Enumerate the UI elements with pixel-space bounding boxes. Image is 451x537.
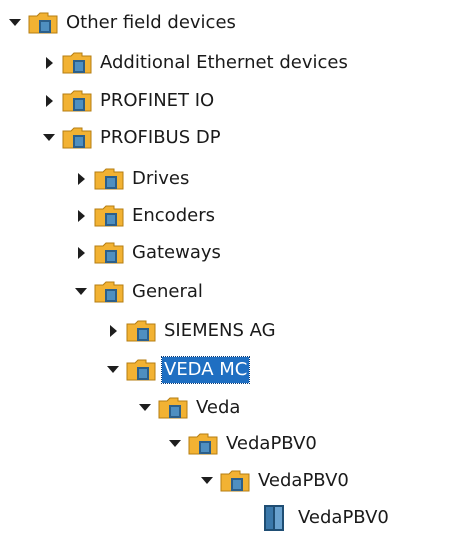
expand-arrow-icon[interactable] <box>72 244 90 262</box>
expand-arrow-icon[interactable] <box>40 54 58 72</box>
folder-device-icon <box>188 432 218 456</box>
tree-item-label: VedaPBV0 <box>298 506 389 528</box>
collapse-arrow-icon[interactable] <box>40 129 58 147</box>
tree-item-veda-mc[interactable]: VEDA MC <box>0 351 451 388</box>
tree-item-vedapbv0-folder[interactable]: VedaPBV0 <box>0 425 451 462</box>
device-module-icon <box>260 504 290 531</box>
expand-arrow-icon[interactable] <box>72 207 90 225</box>
collapse-arrow-icon[interactable] <box>198 472 216 490</box>
tree-item-gateways[interactable]: Gateways <box>0 234 451 271</box>
tree-item-label: Additional Ethernet devices <box>100 51 348 73</box>
tree-item-label: PROFINET IO <box>100 89 215 111</box>
folder-device-icon <box>126 358 156 382</box>
tree-item-profibus-dp[interactable]: PROFIBUS DP <box>0 119 451 156</box>
tree-item-label: PROFIBUS DP <box>100 126 221 148</box>
project-tree: Other field devices Additional Ethernet … <box>0 0 451 537</box>
folder-device-icon <box>94 280 124 304</box>
collapse-arrow-icon[interactable] <box>6 14 24 32</box>
tree-item-label-selected: VEDA MC <box>160 355 251 384</box>
folder-device-icon <box>220 469 250 493</box>
folder-device-icon <box>62 51 92 75</box>
tree-item-label: Other field devices <box>66 11 236 33</box>
expand-arrow-icon[interactable] <box>104 322 122 340</box>
tree-item-other-field-devices[interactable]: Other field devices <box>0 4 451 41</box>
tree-item-label: SIEMENS AG <box>164 319 276 341</box>
collapse-arrow-icon[interactable] <box>104 361 122 379</box>
tree-item-siemens-ag[interactable]: SIEMENS AG <box>0 312 451 349</box>
folder-device-icon <box>62 126 92 150</box>
tree-item-general[interactable]: General <box>0 273 451 310</box>
tree-item-veda[interactable]: Veda <box>0 389 451 426</box>
tree-item-label: Drives <box>132 167 190 189</box>
tree-item-label: VedaPBV0 <box>258 469 349 491</box>
folder-device-icon <box>28 11 58 35</box>
tree-item-label: General <box>132 280 203 302</box>
collapse-arrow-icon[interactable] <box>166 435 184 453</box>
tree-item-label: Gateways <box>132 241 221 263</box>
collapse-arrow-icon[interactable] <box>136 399 154 417</box>
folder-device-icon <box>94 204 124 228</box>
tree-item-drives[interactable]: Drives <box>0 160 451 197</box>
folder-device-icon <box>94 167 124 191</box>
expand-arrow-icon[interactable] <box>72 170 90 188</box>
tree-item-additional-ethernet-devices[interactable]: Additional Ethernet devices <box>0 44 451 81</box>
expand-arrow-icon[interactable] <box>40 92 58 110</box>
tree-item-label: Veda <box>196 396 241 418</box>
tree-item-encoders[interactable]: Encoders <box>0 197 451 234</box>
collapse-arrow-icon[interactable] <box>72 283 90 301</box>
folder-device-icon <box>158 396 188 420</box>
tree-item-label: Encoders <box>132 204 215 226</box>
folder-device-icon <box>94 241 124 265</box>
tree-item-profinet-io[interactable]: PROFINET IO <box>0 82 451 119</box>
folder-device-icon <box>62 89 92 113</box>
tree-item-vedapbv0-device[interactable]: VedaPBV0 <box>0 499 451 536</box>
tree-item-label: VedaPBV0 <box>226 432 317 454</box>
tree-item-vedapbv0-subfolder[interactable]: VedaPBV0 <box>0 462 451 499</box>
folder-device-icon <box>126 319 156 343</box>
